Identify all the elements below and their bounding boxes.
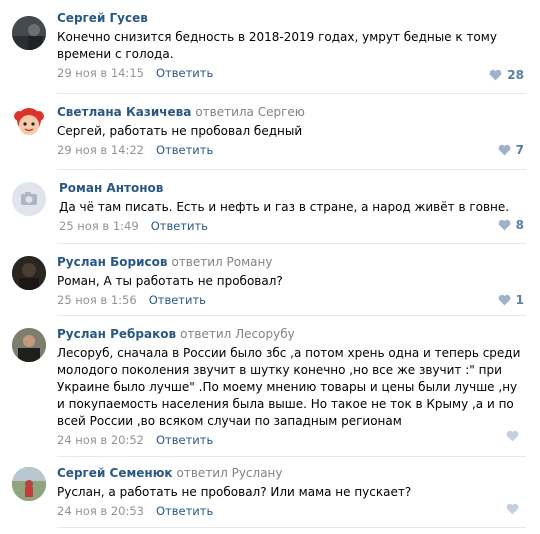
comment-header: Светлана Казичева ответила Сергею bbox=[57, 104, 526, 120]
comment-header: Руслан Ребраков ответил Лесорубу bbox=[57, 326, 526, 342]
comment-text: Конечно снизится бедность в 2018-2019 го… bbox=[57, 30, 497, 61]
comment-item: Сергей Семенюк ответил Руслану Руслан, а … bbox=[0, 465, 540, 525]
reply-to-label[interactable]: ответил Руслану bbox=[177, 466, 283, 480]
comment-date[interactable]: 29 ноя в 14:22 bbox=[57, 143, 144, 157]
comment-header: Руслан Борисов ответил Роману bbox=[57, 254, 526, 270]
separator bbox=[57, 243, 526, 244]
comment-item: Руслан Ребраков ответил Лесорубу Лесоруб,… bbox=[0, 326, 540, 450]
comment-item: Сергей Гусев Конечно снизится бедность в… bbox=[0, 10, 540, 92]
comment-date[interactable]: 25 ноя в 1:49 bbox=[59, 219, 139, 233]
author-link[interactable]: Роман Антонов bbox=[59, 181, 163, 195]
like-button[interactable]: 28 bbox=[489, 68, 524, 82]
separator bbox=[57, 315, 526, 316]
comment-date[interactable]: 24 ноя в 20:53 bbox=[57, 504, 144, 518]
comment-meta: 25 ноя в 1:49 Ответить bbox=[59, 219, 526, 234]
comment-meta: 24 ноя в 20:53 Ответить bbox=[57, 504, 526, 519]
author-link[interactable]: Сергей Гусев bbox=[57, 11, 148, 25]
avatar[interactable] bbox=[12, 106, 46, 140]
comment-item: Роман Антонов Да чё там писать. Есть и н… bbox=[0, 180, 540, 240]
like-count: 28 bbox=[507, 68, 524, 82]
heart-icon bbox=[498, 219, 511, 231]
like-button[interactable] bbox=[506, 430, 524, 442]
avatar[interactable] bbox=[12, 467, 46, 501]
comment-text: Руслан, а работать не пробовал? Или мама… bbox=[57, 485, 412, 499]
like-count: 8 bbox=[515, 218, 524, 232]
separator bbox=[57, 93, 526, 94]
like-button[interactable]: 1 bbox=[498, 293, 524, 307]
heart-icon bbox=[489, 69, 502, 81]
comment-text: Лесоруб, сначала в России было збс ,а по… bbox=[57, 346, 521, 428]
like-button[interactable]: 7 bbox=[498, 143, 524, 157]
like-button[interactable]: 8 bbox=[498, 218, 524, 232]
comment-item: Светлана Казичева ответила Сергею Сергей,… bbox=[0, 104, 540, 168]
author-link[interactable]: Сергей Семенюк bbox=[57, 466, 173, 480]
separator bbox=[57, 527, 526, 528]
heart-icon bbox=[506, 430, 519, 442]
comment-text: Да чё там писать. Есть и нефть и газ в с… bbox=[59, 200, 510, 214]
separator bbox=[57, 169, 526, 170]
like-count: 7 bbox=[515, 143, 524, 157]
reply-to-label[interactable]: ответила Сергею bbox=[195, 105, 305, 119]
avatar[interactable] bbox=[12, 16, 46, 50]
comment-text: Роман, А ты работать не пробовал? bbox=[57, 274, 283, 288]
comment-meta: 24 ноя в 20:52 Ответить bbox=[57, 433, 526, 448]
camera-icon bbox=[12, 182, 46, 216]
comment-item: Руслан Борисов ответил Роману Роман, А ты… bbox=[0, 254, 540, 314]
avatar[interactable] bbox=[12, 328, 46, 362]
comment-header: Роман Антонов bbox=[59, 180, 526, 196]
author-link[interactable]: Светлана Казичева bbox=[57, 105, 191, 119]
comment-date[interactable]: 29 ноя в 14:15 bbox=[57, 66, 144, 80]
comment-meta: 29 ноя в 14:22 Ответить bbox=[57, 143, 526, 158]
like-button[interactable] bbox=[506, 503, 524, 515]
comment-header: Сергей Гусев bbox=[57, 10, 526, 26]
reply-button[interactable]: Ответить bbox=[156, 66, 213, 80]
reply-to-label[interactable]: ответил Роману bbox=[171, 255, 272, 269]
reply-to-label[interactable]: ответил Лесорубу bbox=[180, 327, 295, 341]
comment-date[interactable]: 25 ноя в 1:56 bbox=[57, 293, 137, 307]
comment-text: Сергей, работать не пробовал бедный bbox=[57, 124, 303, 138]
reply-button[interactable]: Ответить bbox=[151, 219, 208, 233]
heart-icon bbox=[498, 294, 511, 306]
heart-icon bbox=[506, 503, 519, 515]
author-link[interactable]: Руслан Борисов bbox=[57, 255, 167, 269]
comment-header: Сергей Семенюк ответил Руслану bbox=[57, 465, 526, 481]
comment-meta: 25 ноя в 1:56 Ответить bbox=[57, 293, 526, 308]
comment-meta: 29 ноя в 14:15 Ответить bbox=[57, 66, 526, 81]
reply-button[interactable]: Ответить bbox=[156, 143, 213, 157]
author-link[interactable]: Руслан Ребраков bbox=[57, 327, 176, 341]
reply-button[interactable]: Ответить bbox=[156, 433, 213, 447]
avatar[interactable] bbox=[12, 256, 46, 290]
heart-icon bbox=[498, 144, 511, 156]
reply-button[interactable]: Ответить bbox=[156, 504, 213, 518]
reply-button[interactable]: Ответить bbox=[149, 293, 206, 307]
like-count: 1 bbox=[515, 293, 524, 307]
comment-date[interactable]: 24 ноя в 20:52 bbox=[57, 433, 144, 447]
separator bbox=[57, 456, 526, 457]
avatar[interactable] bbox=[12, 182, 46, 216]
